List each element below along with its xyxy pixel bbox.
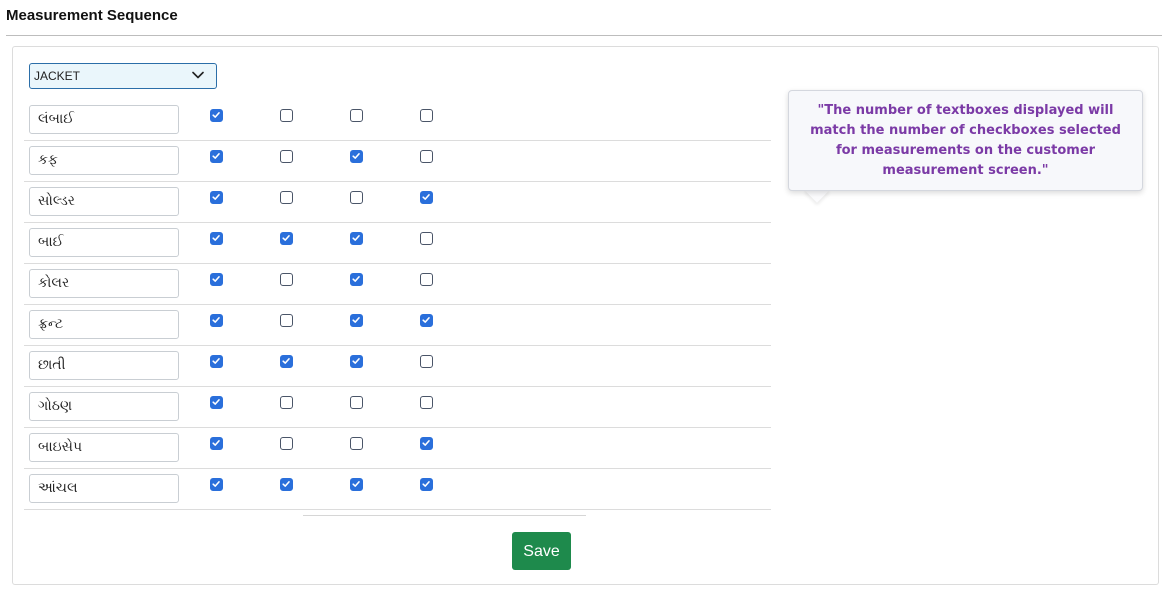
measurement-row: કફ	[24, 141, 771, 182]
measurement-checkbox[interactable]	[280, 109, 293, 122]
measurement-checkbox[interactable]	[210, 396, 223, 409]
measurement-checkbox[interactable]	[280, 396, 293, 409]
measurement-name-input[interactable]: બાઇસેપ	[29, 433, 179, 462]
check-icon	[352, 481, 360, 487]
measurement-checkbox[interactable]	[280, 191, 293, 204]
measurement-checkbox[interactable]	[280, 478, 293, 491]
measurement-checkbox[interactable]	[280, 232, 293, 245]
check-icon	[212, 399, 220, 405]
measurement-checkbox[interactable]	[420, 478, 433, 491]
title-divider	[6, 35, 1162, 36]
measurement-row: આંચલ	[24, 469, 771, 510]
measurement-checkbox[interactable]	[420, 109, 433, 122]
measurement-row: બાઇસેપ	[24, 428, 771, 469]
check-icon	[282, 358, 290, 364]
measurement-name-input[interactable]: બાઈ	[29, 228, 179, 257]
check-icon	[352, 153, 360, 159]
measurement-row: છાતી	[24, 346, 771, 387]
chevron-down-icon	[192, 71, 204, 79]
measurement-checkbox[interactable]	[420, 355, 433, 368]
check-icon	[352, 276, 360, 282]
measurement-checkbox[interactable]	[350, 437, 363, 450]
check-icon	[422, 317, 430, 323]
measurement-checkbox[interactable]	[210, 437, 223, 450]
measurement-checkbox[interactable]	[210, 314, 223, 327]
check-icon	[212, 440, 220, 446]
measurement-checkbox[interactable]	[350, 109, 363, 122]
measurement-row: ગોઠણ	[24, 387, 771, 428]
measurement-checkbox[interactable]	[210, 109, 223, 122]
measurement-checkbox[interactable]	[210, 232, 223, 245]
check-icon	[352, 235, 360, 241]
garment-select[interactable]: JACKET	[29, 63, 217, 89]
measurement-checkbox[interactable]	[420, 314, 433, 327]
save-button[interactable]: Save	[512, 532, 571, 570]
measurement-checkbox[interactable]	[350, 396, 363, 409]
measurement-name-input[interactable]: કફ	[29, 146, 179, 175]
check-icon	[212, 317, 220, 323]
measurement-checkbox[interactable]	[210, 191, 223, 204]
page-title: Measurement Sequence	[6, 7, 178, 24]
measurement-checkbox[interactable]	[350, 314, 363, 327]
check-icon	[212, 235, 220, 241]
measurement-list: લંબાઈ કફ સોલ્ડર બાઈ કોલર ફ્રન્ટ છાતી ગોઠણ બાઇસેપ…	[24, 100, 771, 510]
measurement-name-input[interactable]: સોલ્ડર	[29, 187, 179, 216]
measurement-checkbox[interactable]	[210, 355, 223, 368]
check-icon	[422, 481, 430, 487]
check-icon	[352, 317, 360, 323]
check-icon	[212, 276, 220, 282]
check-icon	[282, 481, 290, 487]
measurement-name-input[interactable]: ગોઠણ	[29, 392, 179, 421]
save-divider	[303, 515, 586, 516]
measurement-checkbox[interactable]	[420, 273, 433, 286]
measurement-row: ફ્રન્ટ	[24, 305, 771, 346]
measurement-checkbox[interactable]	[280, 355, 293, 368]
measurement-checkbox[interactable]	[210, 273, 223, 286]
check-icon	[282, 235, 290, 241]
measurement-row: બાઈ	[24, 223, 771, 264]
check-icon	[212, 481, 220, 487]
measurement-name-input[interactable]: આંચલ	[29, 474, 179, 503]
check-icon	[422, 440, 430, 446]
measurement-name-input[interactable]: છાતી	[29, 351, 179, 380]
check-icon	[422, 194, 430, 200]
measurement-checkbox[interactable]	[420, 396, 433, 409]
measurement-checkbox[interactable]	[280, 437, 293, 450]
check-icon	[212, 112, 220, 118]
measurement-name-input[interactable]: લંબાઈ	[29, 105, 179, 134]
measurement-checkbox[interactable]	[350, 232, 363, 245]
measurement-checkbox[interactable]	[420, 437, 433, 450]
measurement-checkbox[interactable]	[420, 232, 433, 245]
measurement-checkbox[interactable]	[280, 314, 293, 327]
measurement-row: કોલર	[24, 264, 771, 305]
check-icon	[212, 358, 220, 364]
measurement-checkbox[interactable]	[350, 191, 363, 204]
measurement-checkbox[interactable]	[210, 150, 223, 163]
info-tooltip: "The number of textboxes displayed will …	[788, 90, 1143, 191]
measurement-checkbox[interactable]	[350, 478, 363, 491]
check-icon	[212, 194, 220, 200]
measurement-checkbox[interactable]	[280, 150, 293, 163]
measurement-checkbox[interactable]	[420, 191, 433, 204]
check-icon	[212, 153, 220, 159]
measurement-row: સોલ્ડર	[24, 182, 771, 223]
measurement-checkbox[interactable]	[210, 478, 223, 491]
measurement-name-input[interactable]: કોલર	[29, 269, 179, 298]
measurement-checkbox[interactable]	[350, 273, 363, 286]
measurement-checkbox[interactable]	[350, 150, 363, 163]
garment-select-value: JACKET	[34, 69, 81, 83]
measurement-checkbox[interactable]	[280, 273, 293, 286]
measurement-checkbox[interactable]	[350, 355, 363, 368]
measurement-row: લંબાઈ	[24, 100, 771, 141]
check-icon	[352, 358, 360, 364]
measurement-checkbox[interactable]	[420, 150, 433, 163]
measurement-name-input[interactable]: ફ્રન્ટ	[29, 310, 179, 339]
